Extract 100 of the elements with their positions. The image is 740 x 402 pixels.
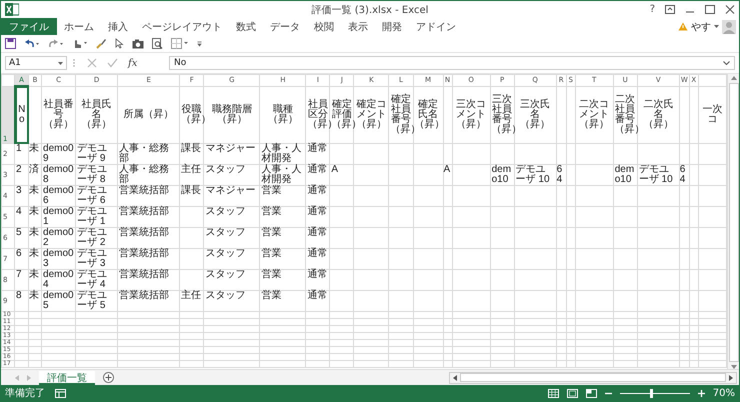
table-cell: 人事・人材開発: [260, 164, 306, 186]
table-cell: A: [443, 164, 452, 186]
table-cell: demo10: [613, 164, 638, 186]
maximize-icon[interactable]: [705, 5, 715, 14]
table-cell: 営業統括部: [118, 248, 180, 270]
table-cell: 通常: [306, 164, 330, 186]
table-header: 職種（昇）: [260, 86, 306, 144]
ribbon-display-icon[interactable]: [665, 5, 675, 14]
table-cell: 通常: [306, 290, 330, 312]
table-header: 確定コメント（昇）: [354, 86, 389, 144]
ribbon-tab[interactable]: 開発: [375, 18, 409, 35]
table-header: 社員番号（昇）: [42, 86, 76, 144]
scroll-left-icon[interactable]: [453, 374, 457, 380]
scroll-right-icon[interactable]: [729, 374, 733, 380]
scroll-up-icon[interactable]: [730, 76, 736, 80]
table-cell: 未: [28, 206, 42, 228]
page-break-icon[interactable]: [586, 388, 597, 398]
table-header: 確定氏名（昇）: [413, 86, 444, 144]
pointer-icon[interactable]: [115, 38, 124, 49]
borders-icon[interactable]: [171, 38, 189, 49]
horizontal-scrollbar[interactable]: [449, 372, 737, 384]
table-cell: スタッフ: [204, 290, 260, 312]
table-cell: 未: [28, 144, 42, 164]
camera-icon[interactable]: [132, 38, 144, 48]
table-cell: 未: [28, 186, 42, 206]
table-cell: 未: [28, 248, 42, 270]
paintbrush-icon[interactable]: [96, 38, 107, 49]
vertical-scrollbar[interactable]: [727, 74, 739, 369]
table-cell: 人事・総務部: [118, 164, 180, 186]
table-cell: デモユーザ 4: [76, 270, 118, 290]
table-cell: スタッフ: [204, 270, 260, 290]
user-name[interactable]: やす: [691, 20, 711, 34]
table-cell: 64: [679, 164, 690, 186]
sheet-tab[interactable]: 評価一覧: [39, 370, 95, 384]
table-cell: 7: [14, 270, 29, 290]
insert-function-button[interactable]: fx: [128, 58, 138, 68]
table-cell: 64: [556, 164, 566, 186]
ribbon-tab[interactable]: 数式: [229, 18, 263, 35]
table-cell: デモユーザ 10: [637, 164, 680, 186]
table-cell: 主任: [180, 290, 204, 312]
print-preview-icon[interactable]: [152, 38, 163, 49]
table-header: 社員氏名（昇）: [76, 86, 118, 144]
ribbon-tab[interactable]: 校閲: [307, 18, 341, 35]
macro-record-icon[interactable]: [55, 388, 66, 398]
customize-toolbar-icon[interactable]: [197, 40, 202, 46]
name-box[interactable]: A1: [5, 56, 67, 70]
window-title: 評価一覧 (3).xlsx - Excel: [312, 4, 428, 16]
undo-icon[interactable]: [24, 38, 40, 48]
zoom-slider-thumb[interactable]: [650, 388, 654, 398]
table-cell: スタッフ: [204, 248, 260, 270]
table-cell: 営業: [260, 228, 306, 248]
zoom-in-icon[interactable]: [698, 390, 705, 396]
table-cell: 8: [14, 290, 29, 312]
ribbon-tab[interactable]: データ: [263, 18, 307, 35]
check-icon[interactable]: [107, 58, 118, 68]
table-cell: 未: [28, 290, 42, 312]
normal-view-icon[interactable]: [548, 388, 559, 398]
table-cell: 課長: [180, 144, 204, 164]
formula-field[interactable]: No: [169, 56, 735, 70]
close-icon[interactable]: [725, 5, 735, 14]
caret-icon[interactable]: [714, 25, 719, 28]
redo-icon[interactable]: [48, 38, 64, 48]
table-cell: 未: [28, 228, 42, 248]
table-cell: 営業統括部: [118, 290, 180, 312]
save-icon[interactable]: [5, 38, 16, 49]
table-cell: 営業統括部: [118, 228, 180, 248]
table-cell: 2: [14, 164, 29, 186]
table-cell: 未: [28, 270, 42, 290]
table-cell: 通常: [306, 228, 330, 248]
caret-icon[interactable]: [58, 62, 63, 64]
table-cell: マネジャー: [204, 144, 260, 164]
table-header: 役職（昇）: [180, 86, 204, 144]
table-cell: スタッフ: [204, 206, 260, 228]
ribbon-tab[interactable]: 表示: [341, 18, 375, 35]
table-cell: デモユーザ 6: [76, 186, 118, 206]
ribbon-tab[interactable]: ホーム: [57, 18, 101, 35]
table-cell: デモユーザ 10: [514, 164, 556, 186]
table-cell: 人事・総務部: [118, 144, 180, 164]
table-cell: 営業: [260, 186, 306, 206]
help-button[interactable]: ?: [650, 4, 655, 15]
ribbon-tab[interactable]: 挿入: [101, 18, 135, 35]
file-tab[interactable]: ファイル: [1, 18, 57, 35]
table-header: 確定評価（昇）: [330, 86, 354, 144]
page-layout-icon[interactable]: [566, 388, 578, 398]
table-cell: 通常: [306, 144, 330, 164]
ribbon-tab[interactable]: ページレイアウト: [135, 18, 229, 35]
ribbon-tab[interactable]: アドイン: [409, 18, 463, 35]
table-cell: デモユーザ 2: [76, 228, 118, 248]
table-cell: 課長: [180, 186, 204, 206]
table-cell: スタッフ: [204, 164, 260, 186]
zoom-level[interactable]: 70%: [712, 388, 735, 398]
caret-icon[interactable]: [723, 61, 730, 65]
table-cell: 1: [14, 144, 29, 164]
table-cell: 営業統括部: [118, 186, 180, 206]
table-cell: 通常: [306, 248, 330, 270]
add-sheet-icon[interactable]: [103, 372, 114, 383]
table-cell: マネジャー: [204, 186, 260, 206]
table-header: 三次社員番号（昇）: [490, 86, 514, 144]
table-cell: 主任: [180, 164, 204, 186]
table-header: 社員区分（昇）: [306, 86, 330, 144]
